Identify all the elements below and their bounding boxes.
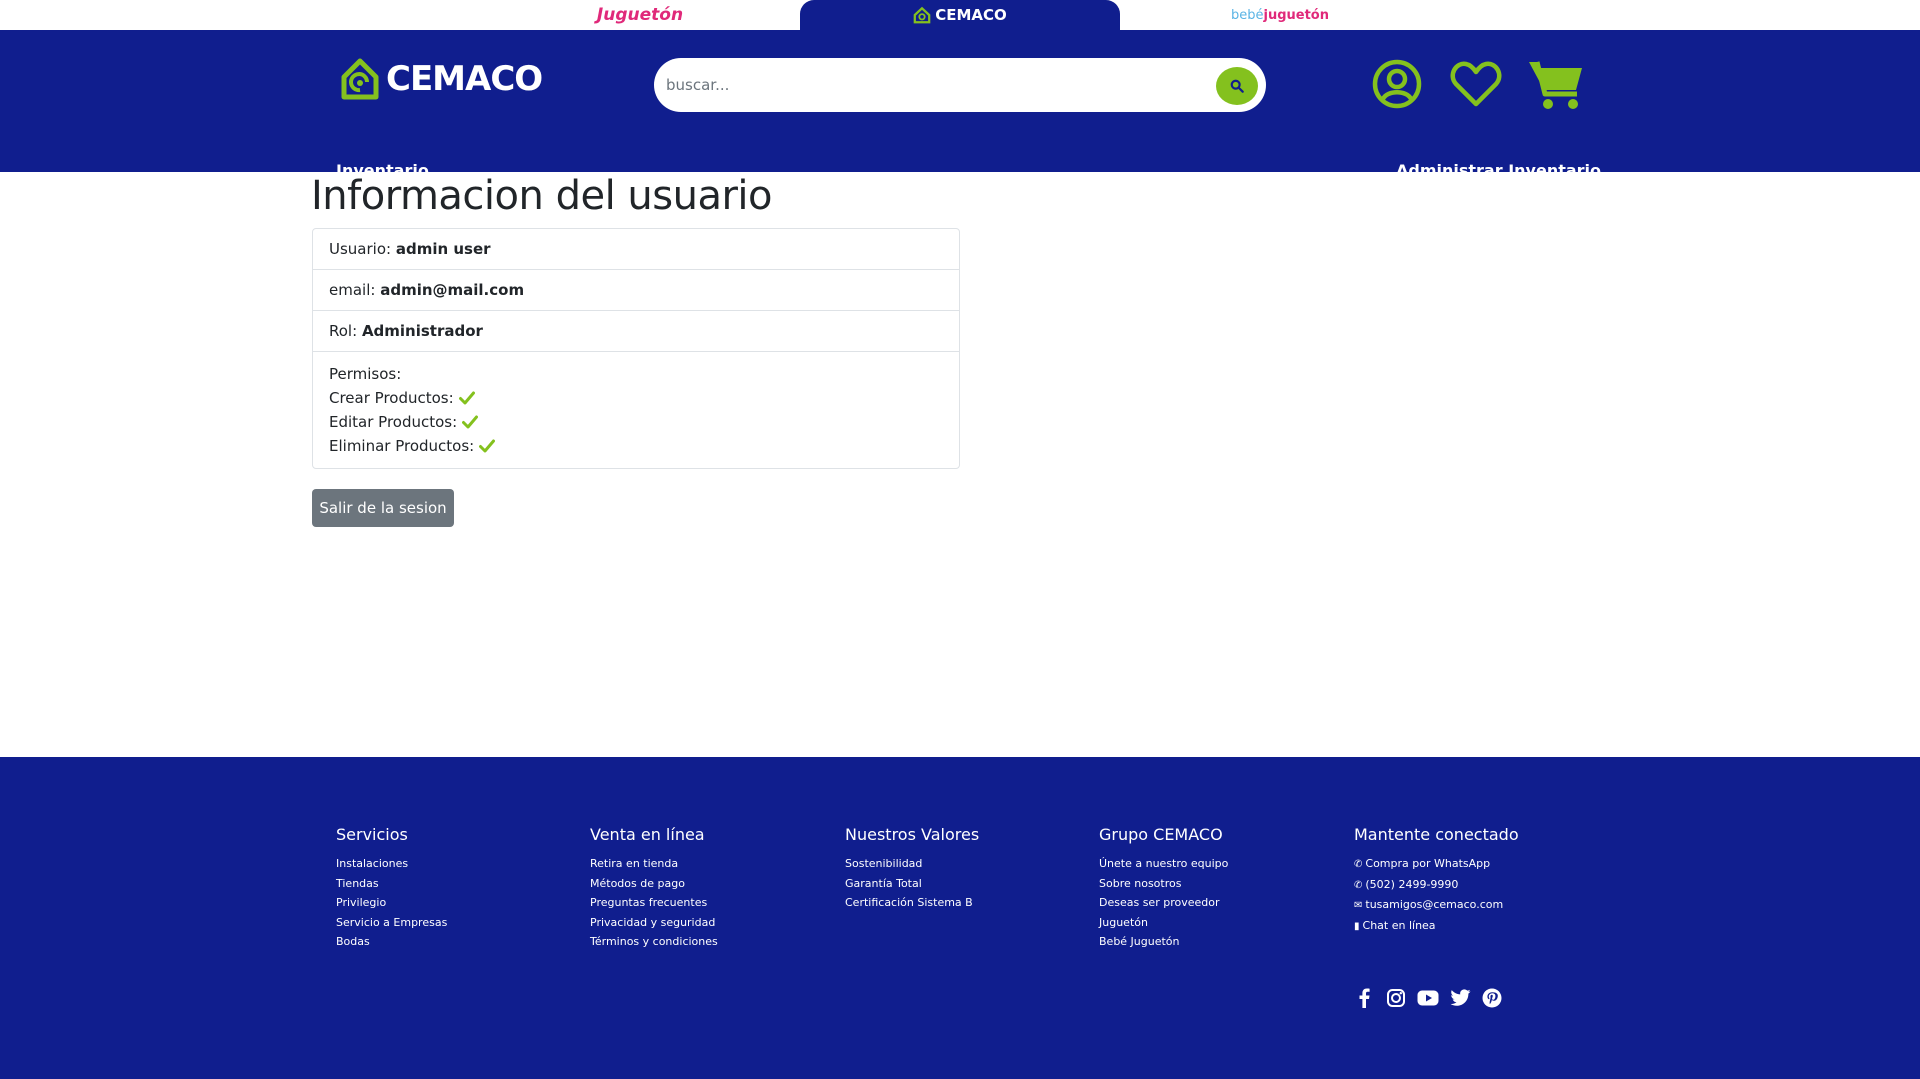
permisos-label: Permisos: xyxy=(329,365,402,383)
whatsapp-icon: ✆ xyxy=(1354,859,1363,870)
cemaco-tab-label: CEMACO xyxy=(935,6,1007,24)
footer-link[interactable]: Privilegio xyxy=(336,896,386,909)
usuario-value: admin user xyxy=(395,240,491,258)
permission-label: Eliminar Productos: xyxy=(329,437,475,455)
footer-link[interactable]: Términos y condiciones xyxy=(590,935,718,948)
search-button[interactable] xyxy=(1216,67,1258,105)
footer-link[interactable]: Métodos de pago xyxy=(590,877,685,890)
site-footer: Servicios Instalaciones Tiendas Privileg… xyxy=(0,757,1920,1079)
footer-heading: Mantente conectado xyxy=(1354,825,1519,844)
user-info-list: Usuario: admin user email: admin@mail.co… xyxy=(312,228,960,469)
footer-col-conectado: Mantente conectado ✆ Compra por WhatsApp … xyxy=(1354,825,1594,936)
rol-value: Administrador xyxy=(361,322,483,340)
whatsapp-label: Compra por WhatsApp xyxy=(1365,857,1491,870)
permission-editar: Editar Productos: xyxy=(329,410,943,434)
footer-heading: Nuestros Valores xyxy=(845,825,980,844)
footer-link[interactable]: Privacidad y seguridad xyxy=(590,916,715,929)
cemaco-logo[interactable]: CEMACO xyxy=(340,56,543,102)
jugueton-logo: Juguetón xyxy=(596,5,684,25)
footer-link[interactable]: Sobre nosotros xyxy=(1099,877,1181,890)
check-icon xyxy=(462,415,479,429)
bebe-prefix: bebé xyxy=(1231,7,1264,23)
footer-link[interactable]: Preguntas frecuentes xyxy=(590,896,707,909)
bebe-suffix: juguetón xyxy=(1263,7,1330,23)
check-icon xyxy=(458,391,475,405)
cemaco-house-icon xyxy=(913,6,931,24)
footer-link[interactable]: Retira en tienda xyxy=(590,857,678,870)
phone-icon: ✆ xyxy=(1354,879,1363,891)
permission-eliminar: Eliminar Productos: xyxy=(329,434,943,458)
permission-label: Editar Productos: xyxy=(329,413,458,431)
footer-link[interactable]: Bodas xyxy=(336,935,370,948)
permission-label: Crear Productos: xyxy=(329,389,454,407)
twitter-icon[interactable] xyxy=(1449,987,1471,1009)
heart-icon xyxy=(1450,61,1502,107)
bebe-jugueton-tab[interactable]: bebé juguetón xyxy=(1200,0,1360,30)
email-link[interactable]: ✉ tusamigos@cemaco.com xyxy=(1354,898,1503,911)
social-links xyxy=(1353,987,1503,1009)
site-header: CEMACO Inventario Administrar Inventario xyxy=(0,30,1920,180)
account-button[interactable] xyxy=(1371,56,1423,112)
email-label: email: xyxy=(329,281,376,299)
search-input[interactable] xyxy=(666,66,1186,104)
footer-link[interactable]: Sostenibilidad xyxy=(845,857,922,870)
user-email-row: email: admin@mail.com xyxy=(313,270,959,311)
brand-strip: Juguetón CEMACO bebé juguetón xyxy=(0,0,1920,30)
chat-icon: ▮ xyxy=(1354,920,1360,932)
facebook-icon[interactable] xyxy=(1353,987,1375,1009)
check-icon xyxy=(479,439,496,453)
footer-link[interactable]: Instalaciones xyxy=(336,857,408,870)
search-icon xyxy=(1230,79,1244,93)
chat-label: Chat en línea xyxy=(1362,918,1436,932)
phone-label: (502) 2499-9990 xyxy=(1365,877,1459,891)
footer-col-valores: Nuestros Valores Sostenibilidad Garantía… xyxy=(845,825,1085,913)
footer-col-venta: Venta en línea Retira en tienda Métodos … xyxy=(590,825,830,952)
youtube-icon[interactable] xyxy=(1417,987,1439,1009)
chat-link[interactable]: ▮ Chat en línea xyxy=(1354,919,1436,932)
usuario-label: Usuario: xyxy=(329,240,392,258)
permission-crear: Crear Productos: xyxy=(329,386,943,410)
cart-button[interactable] xyxy=(1526,56,1586,112)
footer-heading: Servicios xyxy=(336,825,408,844)
favorites-button[interactable] xyxy=(1449,56,1503,112)
footer-link[interactable]: Únete a nuestro equipo xyxy=(1099,857,1228,870)
logout-button[interactable]: Salir de la sesion xyxy=(312,489,454,527)
user-role-row: Rol: Administrador xyxy=(313,311,959,352)
whatsapp-link[interactable]: ✆ Compra por WhatsApp xyxy=(1354,857,1490,870)
footer-link[interactable]: Bebé Juguetón xyxy=(1099,935,1180,948)
search-bar xyxy=(654,58,1266,112)
footer-heading: Grupo CEMACO xyxy=(1099,825,1223,844)
pinterest-icon[interactable] xyxy=(1481,987,1503,1009)
instagram-icon[interactable] xyxy=(1385,987,1407,1009)
footer-heading: Venta en línea xyxy=(590,825,705,844)
permissions-row: Permisos: Crear Productos: Editar Produc… xyxy=(313,352,959,468)
cemaco-house-icon xyxy=(341,58,379,100)
footer-link[interactable]: Tiendas xyxy=(336,877,379,890)
email-value: admin@mail.com xyxy=(380,281,525,299)
footer-col-servicios: Servicios Instalaciones Tiendas Privileg… xyxy=(336,825,576,952)
footer-link[interactable]: Garantía Total xyxy=(845,877,922,890)
footer-col-grupo: Grupo CEMACO Únete a nuestro equipo Sobr… xyxy=(1099,825,1339,952)
footer-link[interactable]: Deseas ser proveedor xyxy=(1099,896,1220,909)
footer-link[interactable]: Certificación Sistema B xyxy=(845,896,973,909)
logo-text: CEMACO xyxy=(386,59,543,99)
rol-label: Rol: xyxy=(329,322,358,340)
envelope-icon: ✉ xyxy=(1354,900,1363,911)
nav-administrar-inventario[interactable]: Administrar Inventario xyxy=(1396,161,1601,180)
cart-icon xyxy=(1529,61,1582,109)
page-title: Informacion del usuario xyxy=(311,173,772,219)
jugueton-tab[interactable]: Juguetón xyxy=(560,0,720,30)
user-icon xyxy=(1372,59,1422,109)
email-label: tusamigos@cemaco.com xyxy=(1365,898,1504,911)
footer-link[interactable]: Servicio a Empresas xyxy=(336,916,447,929)
footer-link[interactable]: Juguetón xyxy=(1099,916,1148,929)
phone-link[interactable]: ✆ (502) 2499-9990 xyxy=(1354,878,1458,891)
user-name-row: Usuario: admin user xyxy=(313,229,959,270)
cemaco-tab[interactable]: CEMACO xyxy=(800,0,1120,30)
